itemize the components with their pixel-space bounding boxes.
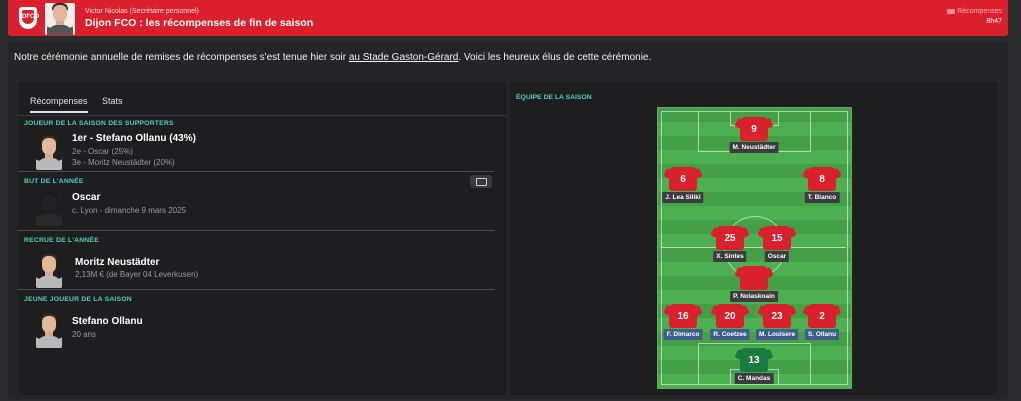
pitch-player[interactable]: 13 C. Mandas: [732, 348, 776, 388]
club-badge-icon: DFCO: [19, 7, 39, 29]
pitch-player[interactable]: 15 Oscar: [755, 226, 799, 270]
tab-stats[interactable]: Stats: [102, 96, 123, 111]
award-detail: 20 ans: [72, 330, 97, 339]
award-detail: c. Lyon - dimanche 9 mars 2025: [72, 206, 186, 215]
pitch-player[interactable]: 20 R. Coetzee: [708, 304, 752, 348]
player-avatar[interactable]: [36, 136, 62, 170]
award-title: BUT DE L'ANNÉE: [24, 178, 84, 185]
watch-goal-button[interactable]: [470, 175, 492, 188]
pitch-player[interactable]: 8 T. Blanco: [800, 167, 844, 211]
pitch-player[interactable]: 25 X. Sintes: [708, 226, 752, 270]
award-runner-up: 3e - Moritz Neustädter (20%): [72, 158, 175, 167]
pitch-player[interactable]: 6 J. Lea Siliki: [661, 167, 705, 211]
award-winner[interactable]: 1er - Stefano Ollanu (43%): [72, 133, 196, 144]
pitch-player[interactable]: 16 F. Dimarco: [661, 304, 705, 348]
message-time: 8h47: [986, 18, 1002, 25]
message-body: Notre cérémonie annuelle de remises de r…: [8, 42, 1008, 399]
player-avatar[interactable]: [36, 254, 62, 288]
sender-avatar: [45, 3, 75, 35]
team-of-season-panel: ÉQUIPE DE LA SAISON 9 M. Neustädter 6 J. L…: [510, 82, 998, 395]
stadium-link[interactable]: au Stade Gaston-Gérard: [349, 52, 459, 63]
category-tag[interactable]: Récompenses: [947, 8, 1002, 15]
player-avatar[interactable]: [36, 192, 62, 226]
award-title: RECRUE DE L'ANNÉE: [24, 237, 99, 244]
award-title: JEUNE JOUEUR DE LA SAISON: [24, 296, 132, 303]
pitch-player[interactable]: 23 M. Louisere: [755, 304, 799, 348]
pitch-player[interactable]: 2 S. Ollanu: [800, 304, 844, 348]
sender-name: Victor Nicolas (Secrétaire personnel): [85, 8, 199, 15]
ticket-icon: [947, 8, 956, 14]
screen-icon: [476, 178, 487, 186]
message-header: DFCO Victor Nicolas (Secrétaire personne…: [8, 0, 1008, 36]
intro-text: Notre cérémonie annuelle de remises de r…: [14, 52, 652, 63]
award-winner[interactable]: Moritz Neustädter: [75, 257, 159, 268]
message-subject: Dijon FCO : les récompenses de fin de sa…: [85, 17, 314, 29]
award-winner[interactable]: Stefano Ollanu: [72, 316, 143, 327]
player-avatar[interactable]: [36, 314, 62, 348]
award-winner[interactable]: Oscar: [72, 192, 100, 203]
team-title: ÉQUIPE DE LA SAISON: [516, 94, 592, 101]
pitch: 9 M. Neustädter 6 J. Lea Siliki 8 T. Blanco…: [657, 107, 852, 389]
awards-panel: Récompenses Stats JOUEUR DE LA SAISON DE…: [18, 82, 507, 395]
award-detail: 2,13M € (de Bayer 04 Leverkusen): [75, 270, 199, 279]
award-runner-up: 2e - Oscar (25%): [72, 147, 133, 156]
award-title: JOUEUR DE LA SAISON DES SUPPORTERS: [24, 120, 174, 127]
pitch-player[interactable]: 9 M. Neustädter: [729, 117, 779, 161]
tab-recompenses[interactable]: Récompenses: [30, 96, 88, 113]
